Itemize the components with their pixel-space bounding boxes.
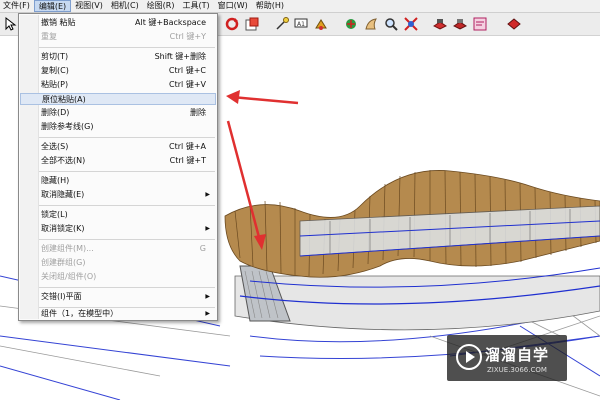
submenu-arrow-icon: ▶ [205,225,210,232]
menu-item-label: 取消锁定(K) [41,224,85,233]
menu-item-label: 撤销 粘贴 [41,18,76,27]
edit-menu-dropdown: 撤销 粘贴 Alt 键+Backspace 重复 Ctrl 键+Y 剪切(T) … [18,13,218,321]
dimension-icon[interactable]: A1 [293,16,309,32]
orbit-icon[interactable] [363,16,379,32]
watermark-url: ZIXUE.3066.COM [487,366,547,374]
menu-item-intersect-faces[interactable]: 交错(I)平面 ▶ [20,291,216,303]
submenu-arrow-icon: ▶ [205,293,210,300]
menu-item-shortcut: Ctrl 键+C [168,66,206,75]
menu-item-select-none[interactable]: 全部不选(N) Ctrl 键+T [20,155,216,167]
watermark: 溜溜自学 ZIXUE.3066.COM [447,335,567,381]
menu-item-shortcut: 删除 [190,108,206,117]
submenu-arrow-icon: ▶ [205,191,210,198]
menu-item-delete-guides[interactable]: 删除参考线(G) [20,121,216,133]
menu-item-redo: 重复 Ctrl 键+Y [20,31,216,43]
svg-text:A1: A1 [297,21,305,28]
warehouse-icon[interactable] [452,16,468,32]
menu-bar: 文件(F) 编辑(E) 视图(V) 相机(C) 绘图(R) 工具(T) 窗口(W… [0,0,600,13]
menu-draw[interactable]: 绘图(R) [143,0,179,12]
rotate-icon[interactable] [224,16,240,32]
text-icon[interactable] [274,16,290,32]
menu-item-shortcut: G [199,244,206,253]
paint-bucket-icon[interactable] [313,16,329,32]
menu-item-label: 取消隐藏(E) [41,190,85,199]
menu-separator [39,205,215,206]
menu-separator [39,239,215,240]
menu-item-make-component: 创建组件(M)... G [20,243,216,255]
menu-item-make-group: 创建群组(G) [20,257,216,269]
menu-help[interactable]: 帮助(H) [252,0,288,12]
menu-item-shortcut: Shift 键+删除 [154,52,206,61]
menu-item-copy[interactable]: 复制(C) Ctrl 键+C [20,65,216,77]
share-icon[interactable] [472,16,488,32]
menu-item-label: 锁定(L) [41,210,68,219]
menu-separator [39,137,215,138]
menu-item-label: 组件（1，在模型中） [41,309,119,318]
scale-icon[interactable] [244,16,260,32]
menu-item-label: 重复 [41,32,57,41]
menu-item-undo-paste[interactable]: 撤销 粘贴 Alt 键+Backspace [20,17,216,29]
walk-icon[interactable] [343,16,359,32]
component-icon[interactable] [432,16,448,32]
menu-item-label: 剪切(T) [41,52,69,61]
menu-camera[interactable]: 相机(C) [107,0,143,12]
menu-file[interactable]: 文件(F) [0,0,34,12]
menu-edit[interactable]: 编辑(E) [33,0,72,12]
menu-item-label: 粘贴(P) [41,80,69,89]
menu-item-shortcut: Ctrl 键+V [169,80,206,89]
menu-item-unlock[interactable]: 取消锁定(K) ▶ [20,223,216,235]
menu-item-select-all[interactable]: 全选(S) Ctrl 键+A [20,141,216,153]
watermark-logo-icon [456,344,482,370]
submenu-arrow-icon: ▶ [205,310,210,317]
select-icon[interactable] [2,16,18,32]
menu-item-paste-in-place[interactable]: 原位粘贴(A) [20,93,216,105]
menu-tools[interactable]: 工具(T) [179,0,214,12]
menu-item-label: 全部不选(N) [41,156,86,165]
menu-item-label: 交错(I)平面 [41,292,82,301]
menu-item-unhide[interactable]: 取消隐藏(E) ▶ [20,189,216,201]
menu-window[interactable]: 窗口(W) [214,0,252,12]
menu-item-label: 删除(D) [41,108,70,117]
menu-item-label: 创建群组(G) [41,258,86,267]
menu-item-component[interactable]: 组件（1，在模型中） ▶ [20,308,216,320]
menu-item-label: 复制(C) [41,66,69,75]
menu-item-label: 全选(S) [41,142,69,151]
menu-item-close-group: 关闭组/组件(O) [20,271,216,283]
menu-view[interactable]: 视图(V) [71,0,107,12]
menu-item-label: 创建组件(M)... [41,244,94,253]
watermark-title: 溜溜自学 [485,346,550,364]
menu-item-paste[interactable]: 粘贴(P) Ctrl 键+V [20,79,216,91]
menu-separator [39,171,215,172]
menu-separator [39,47,215,48]
menu-item-cut[interactable]: 剪切(T) Shift 键+删除 [20,51,216,63]
ruby-icon[interactable] [506,16,522,32]
menu-item-shortcut: Ctrl 键+T [169,156,206,165]
zoom-extents-icon[interactable] [403,16,419,32]
menu-item-label: 隐藏(H) [41,176,70,185]
menu-item-hide[interactable]: 隐藏(H) [20,175,216,187]
menu-separator [39,287,215,288]
menu-item-lock[interactable]: 锁定(L) [20,209,216,221]
menu-item-shortcut: Alt 键+Backspace [135,18,206,27]
menu-item-label: 删除参考线(G) [41,122,94,131]
zoom-icon[interactable] [383,16,399,32]
menu-item-label: 原位粘贴(A) [42,95,86,104]
menu-item-shortcut: Ctrl 键+A [169,142,206,151]
menu-item-shortcut: Ctrl 键+Y [169,32,206,41]
menu-item-delete[interactable]: 删除(D) 删除 [20,107,216,119]
menu-item-label: 关闭组/组件(O) [41,272,97,281]
